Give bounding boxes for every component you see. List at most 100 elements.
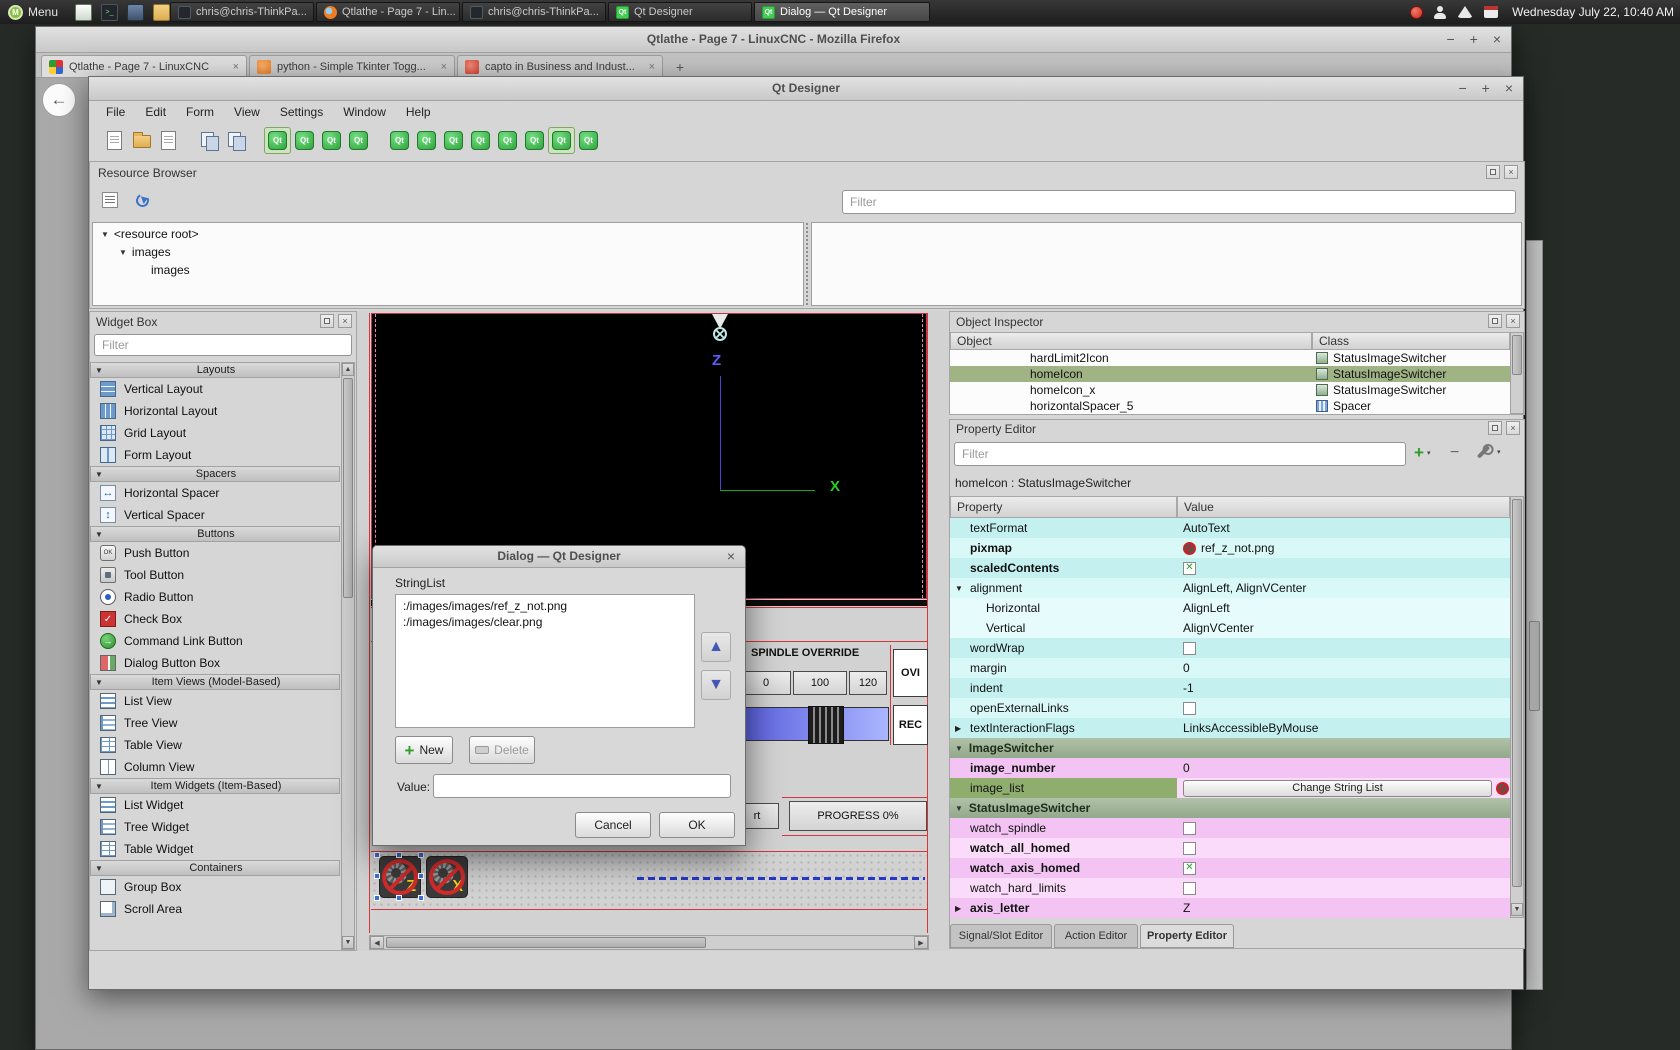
tree-item-images[interactable]: ▼ images	[119, 245, 171, 259]
selection-handle[interactable]	[374, 852, 380, 858]
widget-table-view[interactable]: Table View	[90, 734, 340, 756]
designer-tool-button-3[interactable]: Qt	[440, 127, 467, 154]
checkbox[interactable]: ✕	[1183, 862, 1196, 875]
new-form-button[interactable]	[101, 127, 128, 154]
property-row-textinteractionflags[interactable]: ▶textInteractionFlags LinksAccessibleByM…	[950, 718, 1510, 738]
scroll-left-icon[interactable]: ◀	[370, 936, 384, 949]
new-tab-button[interactable]: +	[669, 57, 691, 76]
add-dynamic-property-button[interactable]: + ▾	[1414, 444, 1430, 461]
widget-list-widget[interactable]: List Widget	[90, 794, 340, 816]
category-containers[interactable]: ▼ Containers	[90, 860, 340, 876]
float-dock-icon[interactable]	[1488, 314, 1502, 328]
tab-close-icon[interactable]: ×	[233, 61, 239, 73]
splitter-handle[interactable]	[805, 222, 810, 306]
scrollbar-thumb[interactable]	[343, 378, 353, 598]
column-header-value[interactable]: Value	[1177, 496, 1510, 518]
tab-python[interactable]: python - Simple Tkinter Togg... ×	[249, 55, 455, 77]
edit-tab-order-button[interactable]: Qt	[345, 127, 372, 154]
property-value[interactable]: AlignLeft	[1183, 601, 1230, 615]
inspector-row-hardlimit2icon[interactable]: hardLimit2Icon StatusImageSwitcher	[950, 350, 1510, 366]
widget-push-button[interactable]: OKPush Button	[90, 542, 340, 564]
reload-icon[interactable]	[134, 192, 151, 209]
minimize-icon[interactable]: −	[1446, 27, 1454, 52]
move-down-button[interactable]: ▼	[701, 670, 731, 700]
tab-property-editor[interactable]: Property Editor	[1140, 924, 1234, 948]
property-value[interactable]: 0	[1183, 761, 1190, 775]
edit-buddies-button[interactable]: Qt	[318, 127, 345, 154]
dialog-titlebar[interactable]: Dialog — Qt Designer ×	[373, 546, 745, 568]
property-value[interactable]: Z	[1183, 901, 1190, 915]
inspector-row-horizontalspacer5[interactable]: horizontalSpacer_5 Spacer	[950, 398, 1510, 414]
selection-handle[interactable]	[374, 895, 380, 901]
slider-handle[interactable]	[808, 706, 844, 744]
taskbar-window-terminal-2[interactable]: chris@chris-ThinkPa...	[462, 2, 606, 22]
category-spacers[interactable]: ▼ Spacers	[90, 466, 340, 482]
selection-handle[interactable]	[418, 873, 424, 879]
inspector-row-homeicon-x[interactable]: homeIcon_x StatusImageSwitcher	[950, 382, 1510, 398]
clock[interactable]: Wednesday July 22, 10:40 AM	[1512, 5, 1674, 19]
user-session-icon[interactable]	[1434, 6, 1446, 19]
resource-filter-input[interactable]	[842, 190, 1516, 214]
copy-button[interactable]	[196, 127, 223, 154]
designer-tool-button-1[interactable]: Qt	[386, 127, 413, 154]
designer-titlebar[interactable]: Qt Designer − + ×	[89, 77, 1523, 101]
checkbox[interactable]: ✕	[1183, 642, 1196, 655]
column-header-class[interactable]: Class	[1312, 332, 1510, 350]
designer-tool-button-7[interactable]: Qt	[548, 127, 575, 154]
widget-scroll-area[interactable]: Scroll Area	[90, 898, 340, 920]
minimize-icon[interactable]: −	[1458, 77, 1466, 100]
ok-button[interactable]: OK	[659, 812, 735, 838]
checkbox[interactable]: ✕	[1183, 842, 1196, 855]
network-icon[interactable]	[1457, 6, 1473, 18]
expander-icon[interactable]: ▶	[955, 904, 961, 913]
designer-tool-button-4[interactable]: Qt	[467, 127, 494, 154]
tab-close-icon[interactable]: ×	[649, 61, 655, 73]
float-dock-icon[interactable]	[320, 314, 334, 328]
maximize-icon[interactable]: +	[1482, 77, 1490, 100]
widget-dialog-button-box[interactable]: Dialog Button Box	[90, 652, 340, 674]
background-window-scrollbar[interactable]	[1526, 240, 1543, 990]
selection-handle[interactable]	[396, 895, 402, 901]
property-row-openexternallinks[interactable]: openExternalLinks ✕	[950, 698, 1510, 718]
widget-tool-button[interactable]: Tool Button	[90, 564, 340, 586]
widget-tree-widget[interactable]: Tree Widget	[90, 816, 340, 838]
delete-button[interactable]: Delete	[469, 736, 535, 764]
menu-button[interactable]: M Menu	[0, 0, 66, 24]
taskbar-window-dialog[interactable]: Qt Dialog — Qt Designer	[754, 2, 930, 22]
category-item-views[interactable]: ▼ Item Views (Model-Based)	[90, 674, 340, 690]
override-120-button[interactable]: 120	[849, 671, 887, 695]
tab-capto[interactable]: capto in Business and Indust... ×	[457, 55, 663, 77]
property-row-alignment-vertical[interactable]: Vertical AlignVCenter	[950, 618, 1510, 638]
show-desktop-icon[interactable]	[75, 4, 92, 21]
form-horizontal-scrollbar[interactable]: ◀ ▶	[369, 935, 929, 950]
property-row-alignment[interactable]: ▼alignment AlignLeft, AlignVCenter	[950, 578, 1510, 598]
menu-form[interactable]: Form	[177, 102, 223, 122]
close-dock-icon[interactable]: ×	[1506, 421, 1520, 435]
close-icon[interactable]: ×	[1493, 27, 1501, 52]
files-launcher-icon[interactable]	[153, 4, 170, 21]
tab-action-editor[interactable]: Action Editor	[1054, 924, 1138, 948]
close-dock-icon[interactable]: ×	[1506, 314, 1520, 328]
update-alert-icon[interactable]	[1410, 6, 1423, 19]
inspector-row-homeicon[interactable]: homeIcon StatusImageSwitcher	[950, 366, 1510, 382]
widget-table-widget[interactable]: Table Widget	[90, 838, 340, 860]
taskbar-window-terminal-1[interactable]: chris@chris-ThinkPa...	[170, 2, 314, 22]
close-icon[interactable]: ×	[1505, 77, 1513, 100]
property-value[interactable]: -1	[1183, 681, 1194, 695]
property-row-watch-all-homed[interactable]: watch_all_homed ✕	[950, 838, 1510, 858]
close-dock-icon[interactable]: ×	[338, 314, 352, 328]
remove-dynamic-property-button[interactable]: −	[1450, 445, 1459, 461]
value-input[interactable]	[433, 774, 731, 798]
property-row-watch-axis-homed[interactable]: watch_axis_homed ✕	[950, 858, 1510, 878]
scrollbar-thumb[interactable]	[1512, 335, 1522, 375]
checkbox[interactable]: ✕	[1183, 562, 1196, 575]
widget-form-layout[interactable]: Form Layout	[90, 444, 340, 466]
selection-handle[interactable]	[418, 852, 424, 858]
designer-tool-button-8[interactable]: Qt	[575, 127, 602, 154]
tab-qtlathe[interactable]: Qtlathe - Page 7 - LinuxCNC ×	[41, 55, 247, 77]
expander-icon[interactable]: ▼	[955, 804, 963, 813]
property-value[interactable]: ref_z_not.png	[1201, 541, 1274, 555]
designer-tool-button-5[interactable]: Qt	[494, 127, 521, 154]
menu-view[interactable]: View	[225, 102, 269, 122]
column-header-property[interactable]: Property	[950, 496, 1177, 518]
